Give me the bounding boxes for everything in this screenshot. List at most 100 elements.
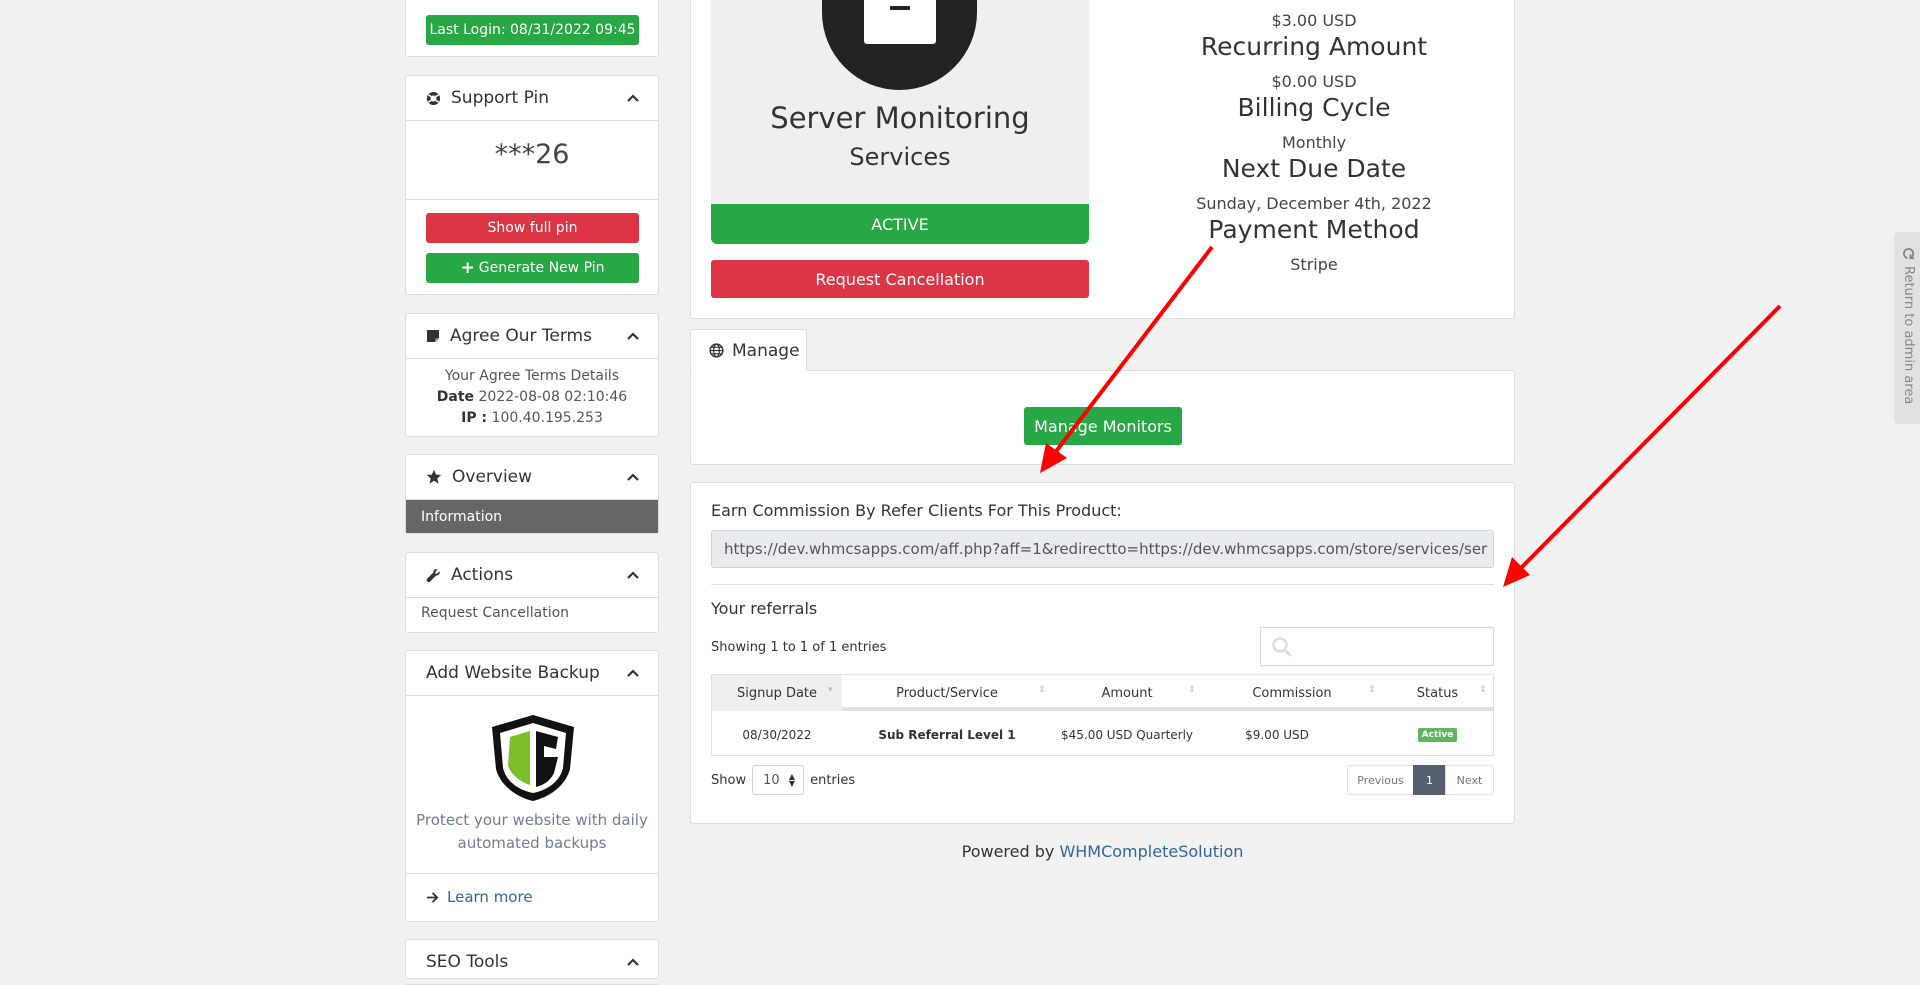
product-icon-box: Server Monitoring Services (711, 0, 1089, 211)
billing-info: $3.00 USD Recurring Amount $0.00 USD Bil… (1133, 11, 1495, 276)
seo-tools-title: SEO Tools (426, 952, 509, 972)
archive-box-icon (864, 0, 936, 44)
tab-manage[interactable]: Manage (690, 329, 807, 371)
backup-title: Add Website Backup (426, 663, 600, 683)
cell-commission: $9.00 USD (1245, 728, 1309, 742)
product-status-badge: ACTIVE (711, 204, 1089, 244)
page-size-select[interactable]: 10 ▲ ▼ (752, 765, 805, 795)
backup-description: Protect your website with daily automate… (416, 811, 648, 852)
table-header: Signup Date ▾ Product/Service ⇕ Amount ⇕ Co… (712, 675, 1493, 711)
agree-terms-header[interactable]: Agree Our Terms (406, 314, 658, 359)
referrals-title: Your referrals (711, 599, 818, 618)
overview-panel: Overview Information (405, 454, 659, 534)
arrow-right-icon (426, 891, 439, 903)
agree-terms-title: Agree Our Terms (450, 326, 592, 346)
chevron-up-icon[interactable] (626, 666, 640, 680)
overview-title: Overview (452, 467, 533, 487)
payment-method-label: Payment Method (1208, 215, 1420, 244)
request-cancellation-button[interactable]: Request Cancellation (711, 260, 1089, 298)
support-pin-panel: Support Pin ***26 Show full pin + Genera… (405, 75, 659, 295)
billing-cycle-value: Monthly (1281, 133, 1347, 152)
col-amount[interactable]: Amount ⇕ (1052, 675, 1202, 711)
last-login-badge: Last Login: 08/31/2022 09:45 (426, 15, 639, 45)
learn-more-label: Learn more (447, 888, 533, 906)
whmcs-link[interactable]: WHMCompleteSolution (1059, 842, 1243, 861)
affiliate-panel: Earn Commission By Refer Clients For Thi… (690, 482, 1515, 824)
cell-product: Sub Referral Level 1 (878, 728, 1016, 742)
sort-icon: ⇕ (1188, 685, 1196, 695)
plus-icon: + (460, 258, 475, 278)
chevron-up-icon[interactable] (626, 329, 640, 343)
table-row: 08/30/2022 Sub Referral Level 1 $45.00 U… (712, 715, 1493, 755)
pagination-next[interactable]: Next (1445, 765, 1494, 795)
divider (406, 873, 658, 874)
table-search-input[interactable] (1260, 627, 1494, 666)
refresh-icon (1903, 248, 1915, 260)
sort-icon: ⇕ (1368, 685, 1376, 695)
lifebuoy-icon (426, 91, 441, 105)
product-icon-circle (822, 0, 977, 90)
product-details-panel: Server Monitoring Services ACTIVE Reques… (690, 0, 1515, 319)
referral-link-input[interactable]: https://dev.whmcsapps.com/aff.php?aff=1&… (711, 530, 1494, 568)
recurring-amount-label: Recurring Amount (1200, 32, 1428, 61)
chevron-up-icon[interactable] (626, 955, 640, 969)
backup-panel: Add Website Backup Protect your website … (405, 650, 659, 922)
chevron-up-icon[interactable] (626, 568, 640, 582)
cell-amount: $45.00 USD Quarterly (1060, 728, 1194, 742)
next-due-date-label: Next Due Date (1221, 154, 1407, 183)
sort-icon: ⇕ (1479, 685, 1487, 695)
entries-info: Showing 1 to 1 of 1 entries (711, 640, 887, 655)
sidebar-item-request-cancellation[interactable]: Request Cancellation (421, 605, 569, 621)
seo-tools-header[interactable]: SEO Tools (406, 940, 658, 985)
powered-by-label: Powered by (961, 842, 1055, 861)
backup-header[interactable]: Add Website Backup (406, 651, 658, 696)
actions-title: Actions (451, 565, 514, 585)
star-icon (426, 469, 442, 484)
cell-signup-date: 08/30/2022 (742, 728, 812, 742)
select-arrows-icon: ▲ ▼ (788, 772, 796, 788)
billing-cycle-label: Billing Cycle (1237, 93, 1391, 122)
col-commission[interactable]: Commission ⇕ (1202, 675, 1382, 711)
sort-icon: ⇕ (1038, 685, 1046, 695)
product-name: Server Monitoring (770, 101, 1030, 135)
divider (406, 199, 658, 200)
learn-more-link[interactable]: Learn more (426, 888, 533, 906)
search-icon (1272, 637, 1293, 658)
col-product-service[interactable]: Product/Service ⇕ (842, 675, 1052, 711)
col-status[interactable]: Status ⇕ (1382, 675, 1493, 711)
overview-header[interactable]: Overview (406, 455, 658, 500)
commission-label: Earn Commission By Refer Clients For Thi… (711, 501, 1122, 520)
pagination: Previous 1 Next (1347, 765, 1494, 795)
agree-terms-details: Your Agree Terms Details Date 2022-08-08… (406, 366, 658, 429)
agree-terms-date: Date 2022-08-08 02:10:46 (436, 389, 628, 405)
next-due-date-value: Sunday, December 4th, 2022 (1196, 194, 1432, 213)
codeguard-shield-logo (492, 715, 574, 801)
return-to-admin-label: Return to admin area (1901, 266, 1916, 405)
support-pin-header[interactable]: Support Pin (406, 76, 658, 121)
sidebar-item-information[interactable]: Information (406, 500, 658, 533)
manage-monitors-button[interactable]: Manage Monitors (1024, 407, 1182, 445)
referrals-table: Signup Date ▾ Product/Service ⇕ Amount ⇕ Co… (711, 674, 1494, 756)
chevron-up-icon[interactable] (626, 470, 640, 484)
last-login-panel: Last Login: 08/31/2022 09:45 (405, 0, 659, 57)
status-badge: Active (1417, 728, 1458, 742)
return-to-admin-tab[interactable]: Return to admin area (1894, 232, 1920, 424)
pagination-page-1[interactable]: 1 (1413, 765, 1446, 795)
col-signup-date[interactable]: Signup Date ▾ (712, 675, 842, 711)
actions-header[interactable]: Actions (406, 553, 658, 598)
show-entries: Show 10 ▲ ▼ entries (711, 765, 855, 795)
generate-new-pin-button[interactable]: + Generate New Pin (426, 253, 639, 283)
support-pin-title: Support Pin (451, 88, 549, 108)
pagination-previous[interactable]: Previous (1347, 765, 1414, 795)
sticky-note-icon (427, 330, 439, 342)
wrench-icon (426, 568, 440, 582)
tab-manage-label: Manage (732, 340, 800, 361)
annotation-arrow-right (1503, 304, 1782, 587)
referral-link-value: https://dev.whmcsapps.com/aff.php?aff=1&… (724, 540, 1488, 558)
show-full-pin-button[interactable]: Show full pin (426, 213, 639, 243)
support-pin-value: ***26 (494, 139, 570, 170)
chevron-up-icon[interactable] (626, 91, 640, 105)
sidebar-item-label: Information (421, 508, 503, 525)
seo-tools-panel: SEO Tools (405, 939, 659, 985)
manage-panel: Manage Monitors (690, 370, 1515, 465)
